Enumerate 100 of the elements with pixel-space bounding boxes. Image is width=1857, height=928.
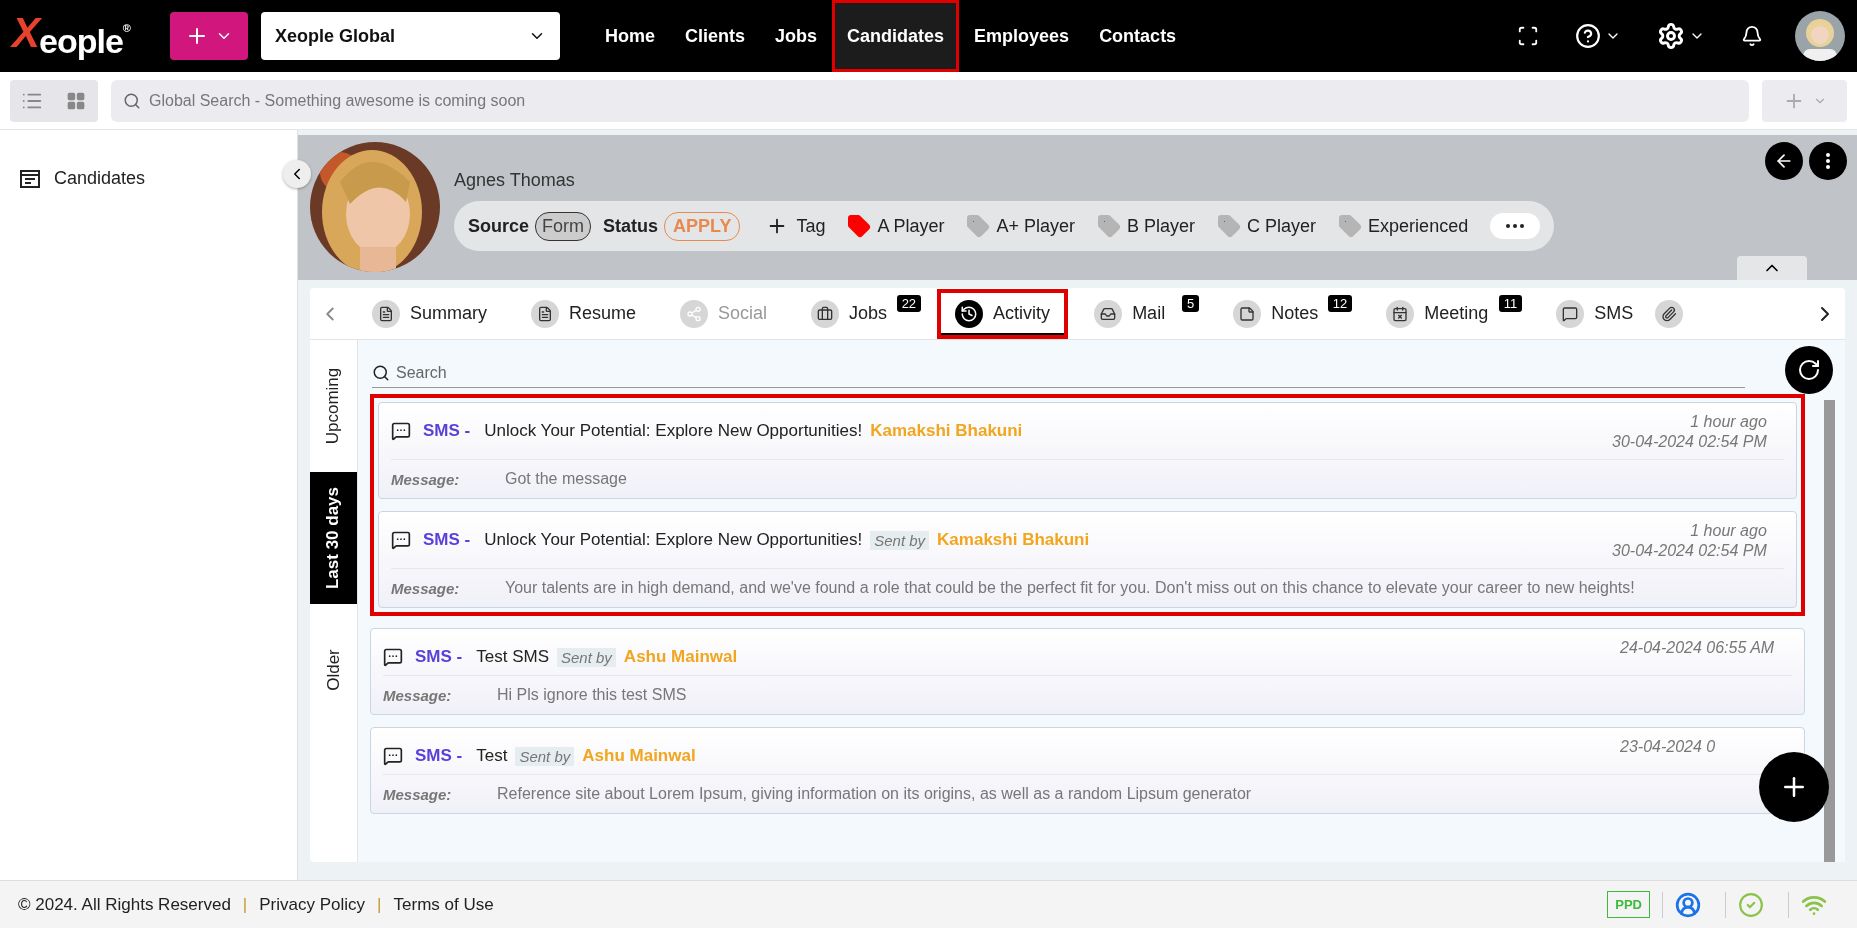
fullscreen-button[interactable] xyxy=(1517,25,1539,47)
settings-icon xyxy=(1657,22,1685,50)
sent-by-label: Sent by xyxy=(870,530,930,550)
tab[interactable]: Jobs 22 xyxy=(793,288,930,339)
search-icon xyxy=(372,364,390,382)
message-text: Your talents are in high demand, and we've found a role that could be the perfect fit for you. Don't miss out on this chance to elevate your career to new heights! xyxy=(505,579,1635,597)
refresh-button[interactable] xyxy=(1785,346,1833,394)
tag-label[interactable]: C Player xyxy=(1247,215,1317,237)
message-text: Reference site about Lorem Ipsum, giving information on its origins, as well as a random Lipsum generator xyxy=(497,785,1252,803)
notifications-button[interactable] xyxy=(1741,25,1763,47)
sent-by-label: Sent by xyxy=(515,746,575,766)
separator: | xyxy=(242,894,248,915)
scrollbar[interactable] xyxy=(1824,400,1835,862)
share-icon xyxy=(680,299,709,328)
period-tab[interactable]: Last 30 days xyxy=(310,472,357,604)
activity-date: 30-04-2024 02:54 PM xyxy=(1612,542,1767,560)
separator: | xyxy=(377,894,382,915)
tag-label[interactable]: A+ Player xyxy=(996,215,1076,237)
activity-subject: Unlock Your Potential: Explore New Opportunities! xyxy=(484,421,863,441)
tab[interactable]: Activity xyxy=(937,288,1069,339)
tab[interactable]: Resume xyxy=(513,288,655,339)
tag-label[interactable]: Experienced xyxy=(1368,215,1469,237)
ppd-badge: PPD xyxy=(1607,891,1650,918)
message-label: Message: xyxy=(383,785,453,803)
chat-icon xyxy=(383,746,403,766)
activity-type: SMS - xyxy=(415,746,463,766)
bell-icon xyxy=(1741,25,1763,47)
tab[interactable]: SMS xyxy=(1538,288,1652,339)
activity-date: 24-04-2024 06:55 AM xyxy=(1620,639,1775,657)
list-view-button[interactable] xyxy=(10,79,54,122)
nav-item[interactable]: Clients xyxy=(670,0,761,72)
activity-date: 23-04-2024 0 xyxy=(1620,738,1716,756)
paperclip-icon[interactable] xyxy=(1655,299,1684,328)
add-tag-button[interactable]: Tag xyxy=(766,215,826,237)
nav-item[interactable]: Home xyxy=(590,0,670,72)
activity-author: Kamakshi Bhakuni xyxy=(937,530,1090,550)
nav-item[interactable]: Contacts xyxy=(1084,0,1192,72)
count-badge: 5 xyxy=(1181,294,1200,312)
chat-icon xyxy=(383,647,403,667)
activity-type: SMS - xyxy=(423,530,471,550)
chat-icon xyxy=(391,530,411,550)
calendar-icon xyxy=(1386,299,1415,328)
nav-item[interactable]: Candidates xyxy=(832,0,960,72)
nav-item[interactable]: Employees xyxy=(959,0,1085,72)
activity-author: Ashu Mainwal xyxy=(623,647,738,667)
chat-icon xyxy=(391,421,411,441)
more-tags-button[interactable] xyxy=(1490,213,1541,239)
activity-author: Ashu Mainwal xyxy=(582,746,696,766)
history-icon xyxy=(955,299,984,328)
briefcase-icon xyxy=(811,299,840,328)
global-search-field[interactable]: Global Search - Something awesome is coming soon xyxy=(111,79,1749,122)
sidebar-item[interactable]: Candidates xyxy=(20,168,277,189)
list-icon xyxy=(20,169,40,188)
check-icon[interactable] xyxy=(1738,891,1764,918)
refresh-icon xyxy=(1797,358,1821,382)
search-icon xyxy=(123,91,141,110)
time-ago: 1 hour ago xyxy=(1690,413,1767,431)
footer-link[interactable]: Privacy Policy xyxy=(259,894,366,915)
source-pill: Form xyxy=(535,211,592,241)
collapse-button[interactable] xyxy=(283,160,311,188)
source-label: Source xyxy=(468,215,530,237)
nav-item[interactable]: Jobs xyxy=(760,0,833,72)
sent-by-label: Sent by xyxy=(557,647,616,667)
document-icon xyxy=(531,299,559,328)
note-icon xyxy=(1233,299,1262,328)
back-button[interactable] xyxy=(1765,142,1803,180)
activity-search-field[interactable]: Search xyxy=(372,358,1745,388)
workspace-select[interactable]: Xeople Global xyxy=(261,12,560,60)
status-label: Status xyxy=(603,215,659,237)
tag-label[interactable]: B Player xyxy=(1127,215,1196,237)
fullscreen-icon xyxy=(1517,25,1539,47)
tab[interactable]: Meeting 11 xyxy=(1368,288,1531,339)
kebab-icon xyxy=(1826,153,1830,169)
status-pill: APPLY xyxy=(664,211,741,241)
tab[interactable]: Notes 12 xyxy=(1215,288,1361,339)
message-text: Got the message xyxy=(505,470,627,488)
count-badge: 11 xyxy=(1498,294,1523,312)
tab[interactable]: Mail 5 xyxy=(1076,288,1208,339)
activity-subject: Test xyxy=(476,746,508,766)
message-label: Message: xyxy=(391,579,461,597)
activity-subject: Unlock Your Potential: Explore New Opportunities! xyxy=(484,530,863,550)
copyright: © 2024. All Rights Reserved xyxy=(18,894,231,915)
count-badge: 22 xyxy=(896,294,922,312)
chat-icon xyxy=(1556,299,1585,328)
tag-label[interactable]: A Player xyxy=(877,215,945,237)
grid-view-button[interactable] xyxy=(54,79,98,122)
grid-icon xyxy=(66,90,86,111)
candidate-name: Agnes Thomas xyxy=(454,170,576,191)
footer-link[interactable]: Terms of Use xyxy=(393,894,494,915)
document-icon xyxy=(372,299,400,328)
more-button[interactable] xyxy=(1809,142,1847,180)
add-menu-button[interactable] xyxy=(170,12,248,60)
help-icon xyxy=(1575,23,1601,49)
activity-author: Kamakshi Bhakuni xyxy=(870,421,1023,441)
message-text: Hi Pls ignore this test SMS xyxy=(497,686,687,704)
message-label: Message: xyxy=(383,686,453,704)
user-icon[interactable] xyxy=(1675,891,1701,918)
tab[interactable]: Summary xyxy=(354,288,505,339)
user-avatar[interactable] xyxy=(1795,11,1845,61)
activity-type: SMS - xyxy=(423,421,471,441)
